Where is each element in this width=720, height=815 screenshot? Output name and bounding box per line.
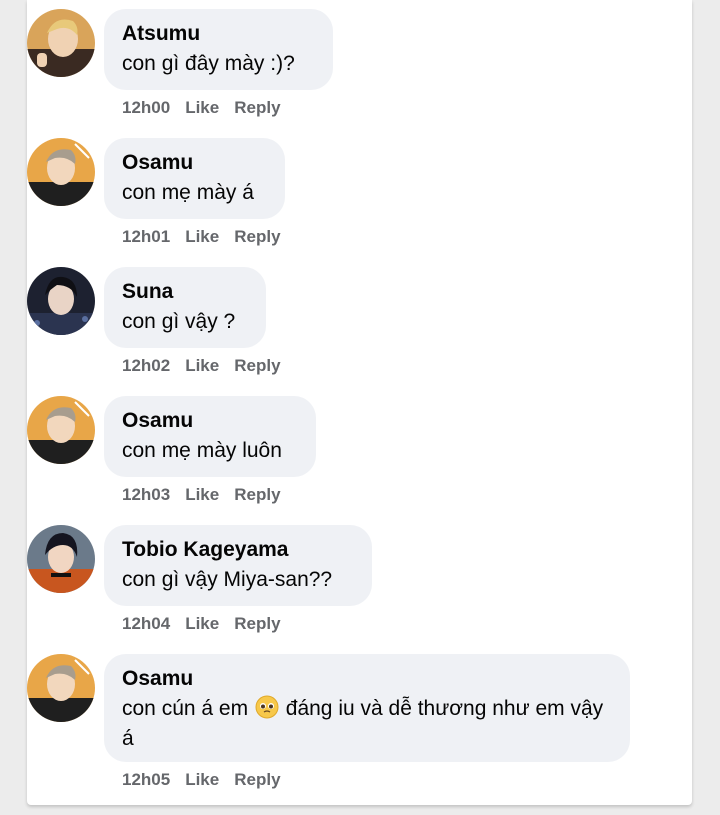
comment-time[interactable]: 12h05	[122, 770, 170, 789]
comment-time[interactable]: 12h02	[122, 356, 170, 375]
reply-button[interactable]: Reply	[234, 614, 280, 633]
comment-text: con gì đây mày :)?	[122, 52, 295, 75]
like-button[interactable]: Like	[185, 227, 219, 246]
avatar-osamu[interactable]	[27, 396, 95, 464]
like-button[interactable]: Like	[185, 770, 219, 789]
like-button[interactable]: Like	[185, 485, 219, 504]
comment-meta: 12h01 Like Reply	[122, 227, 296, 247]
comment-bubble: Osamu con mẹ mày á	[104, 138, 285, 219]
pleading-face-emoji-icon	[255, 695, 279, 719]
reply-button[interactable]: Reply	[234, 485, 280, 504]
comment-text: con cún á em đáng iu và dễ thương như em…	[122, 694, 612, 754]
like-button[interactable]: Like	[185, 356, 219, 375]
comment-time[interactable]: 12h01	[122, 227, 170, 246]
comment-bubble: Suna con gì vậy ?	[104, 267, 266, 348]
comment-meta: 12h05 Like Reply	[122, 770, 296, 790]
avatar-osamu[interactable]	[27, 654, 95, 722]
comment-author[interactable]: Osamu	[122, 408, 298, 434]
comment-bubble: Atsumu con gì đây mày :)?	[104, 9, 333, 90]
comment-text: con gì vậy ?	[122, 310, 236, 333]
reply-button[interactable]: Reply	[234, 770, 280, 789]
like-button[interactable]: Like	[185, 98, 219, 117]
comment-meta: 12h00 Like Reply	[122, 98, 296, 118]
reply-button[interactable]: Reply	[234, 98, 280, 117]
comment-bubble: Osamu con mẹ mày luôn	[104, 396, 316, 477]
comment-author[interactable]: Suna	[122, 279, 248, 305]
comment-time[interactable]: 12h04	[122, 614, 170, 633]
avatar-suna[interactable]	[27, 267, 95, 335]
comment-text: con mẹ mày á	[122, 181, 254, 204]
avatar-osamu[interactable]	[27, 138, 95, 206]
comment-meta: 12h03 Like Reply	[122, 485, 296, 505]
reply-button[interactable]: Reply	[234, 227, 280, 246]
comment-author[interactable]: Osamu	[122, 150, 267, 176]
comment-bubble: Tobio Kageyama con gì vậy Miya-san??	[104, 525, 372, 606]
comment-author[interactable]: Atsumu	[122, 21, 315, 47]
avatar-atsumu[interactable]	[27, 9, 95, 77]
comment-author[interactable]: Osamu	[122, 666, 612, 692]
comment-bubble: Osamu con cún á em đáng iu và dễ thương …	[104, 654, 630, 762]
comment-meta: 12h04 Like Reply	[122, 614, 296, 634]
comment-text: con gì vậy Miya-san??	[122, 568, 333, 591]
avatar-kageyama[interactable]	[27, 525, 95, 593]
comment-time[interactable]: 12h00	[122, 98, 170, 117]
reply-button[interactable]: Reply	[234, 356, 280, 375]
like-button[interactable]: Like	[185, 614, 219, 633]
comment-text: con mẹ mày luôn	[122, 439, 282, 462]
comment-text-part: con cún á em	[122, 697, 249, 720]
comment-time[interactable]: 12h03	[122, 485, 170, 504]
comment-meta: 12h02 Like Reply	[122, 356, 296, 376]
comment-author[interactable]: Tobio Kageyama	[122, 537, 354, 563]
